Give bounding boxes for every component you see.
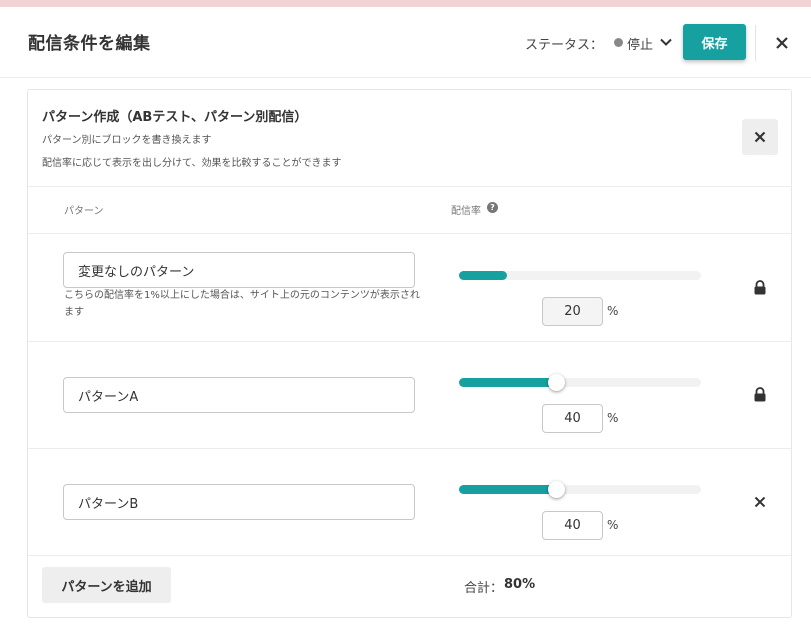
dialog-header: 配信条件を編集 ステータス： 停止 保存 xyxy=(0,7,811,78)
total-value: 80% xyxy=(504,577,536,592)
status-dropdown-value[interactable]: 停止 xyxy=(627,34,653,53)
rate-input[interactable] xyxy=(542,511,603,540)
pattern-card-header: パターン作成（ABテスト、パターン別配信） パターン別にブロックを書き換えます … xyxy=(28,90,791,187)
help-icon[interactable]: ? xyxy=(487,202,498,213)
pattern-name-input[interactable] xyxy=(63,377,415,413)
pattern-note: こちらの配信率を1%以上にした場合は、サイト上の元のコンテンツが表示されます xyxy=(64,290,420,318)
pattern-card-description: パターン別にブロックを書き換えます xyxy=(42,135,212,146)
lock-icon[interactable] xyxy=(753,280,767,295)
rate-slider-thumb[interactable] xyxy=(547,374,565,391)
column-header-rate: 配信率 xyxy=(451,206,481,217)
close-icon xyxy=(754,131,766,143)
rate-slider-thumb[interactable] xyxy=(547,481,565,498)
status-dot-icon xyxy=(614,38,623,47)
rate-input[interactable] xyxy=(542,297,603,326)
pattern-row: こちらの配信率を1%以上にした場合は、サイト上の元のコンテンツが表示されます % xyxy=(28,235,791,342)
header-divider xyxy=(755,25,756,61)
pattern-card-description-2: 配信率に応じて表示を出し分けて、効果を比較することができます xyxy=(42,158,342,169)
chevron-down-icon[interactable] xyxy=(659,35,673,49)
save-button[interactable]: 保存 xyxy=(683,24,746,60)
pattern-card: パターン作成（ABテスト、パターン別配信） パターン別にブロックを書き換えます … xyxy=(27,89,792,618)
rate-input[interactable] xyxy=(542,404,603,433)
pattern-table-header: パターン 配信率 ? xyxy=(28,188,791,234)
close-icon[interactable] xyxy=(754,496,766,508)
pattern-card-title: パターン作成（ABテスト、パターン別配信） xyxy=(42,110,308,125)
rate-slider-fill xyxy=(459,271,508,280)
total-label: 合計： xyxy=(464,581,504,596)
percent-unit: % xyxy=(607,304,619,318)
lock-icon[interactable] xyxy=(753,387,767,402)
add-pattern-button[interactable]: パターンを追加 xyxy=(42,567,171,603)
percent-unit: % xyxy=(607,518,619,532)
top-strip xyxy=(0,0,811,7)
pattern-row: % xyxy=(28,342,791,449)
rate-slider-fill xyxy=(459,378,556,387)
pattern-row: % xyxy=(28,449,791,556)
pattern-name-input[interactable] xyxy=(63,252,415,288)
rate-slider[interactable] xyxy=(459,271,701,280)
pattern-name-input[interactable] xyxy=(63,484,415,520)
rate-slider-fill xyxy=(459,485,556,494)
rate-slider[interactable] xyxy=(459,374,701,391)
remove-pattern-card-button[interactable] xyxy=(742,119,778,155)
rate-slider[interactable] xyxy=(459,481,701,498)
status-label: ステータス： xyxy=(525,38,604,53)
edit-conditions-dialog: 配信条件を編集 ステータス： 停止 保存 パターン作成（ABテスト、パターン別配… xyxy=(0,7,811,636)
page-title: 配信条件を編集 xyxy=(28,34,151,54)
close-icon[interactable] xyxy=(772,33,792,53)
column-header-pattern: パターン xyxy=(64,206,104,217)
percent-unit: % xyxy=(607,411,619,425)
